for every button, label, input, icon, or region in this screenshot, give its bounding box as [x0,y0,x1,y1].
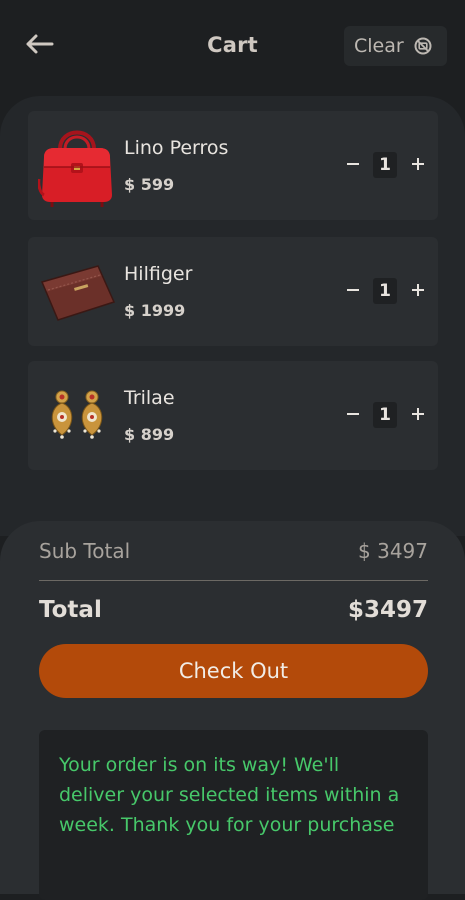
subtotal-label: Sub Total [39,539,131,563]
increase-quantity-button[interactable] [407,403,429,425]
plus-icon [412,284,424,296]
order-message-box: Your order is on its way! We'll deliver … [39,730,428,900]
clear-button[interactable]: Clear [344,26,447,66]
cart-item: Lino Perros $ 599 1 [28,111,438,220]
order-summary-panel: Sub Total $ 3497 Total $3497 Check Out Y… [0,521,465,900]
quantity-value: 1 [373,278,397,304]
item-price: $ 599 [124,175,175,194]
header: Cart Clear [0,0,465,92]
total-label: Total [39,597,102,623]
quantity-value: 1 [373,152,397,178]
increase-quantity-button[interactable] [407,153,429,175]
minus-icon [347,163,359,165]
plus-icon [412,158,424,170]
clear-button-label: Clear [354,35,404,57]
checkout-button[interactable]: Check Out [39,644,428,698]
cart-item: Trilae $ 899 1 [28,361,438,470]
item-name: Lino Perros [124,137,229,159]
cart-items-panel: Lino Perros $ 599 1 Hilfiger $ 1999 1 Tr… [0,96,465,536]
cart-item: Hilfiger $ 1999 1 [28,237,438,346]
order-message: Your order is on its way! We'll deliver … [59,754,400,836]
increase-quantity-button[interactable] [407,279,429,301]
item-name: Trilae [124,387,175,409]
block-icon [414,37,432,55]
handbag-image [38,123,116,207]
minus-icon [347,289,359,291]
decrease-quantity-button[interactable] [342,153,364,175]
item-name: Hilfiger [124,263,193,285]
quantity-value: 1 [373,402,397,428]
item-price: $ 1999 [124,301,186,320]
earrings-image [38,373,116,457]
minus-icon [347,413,359,415]
subtotal-value: $ 3497 [358,539,428,563]
item-price: $ 899 [124,425,175,444]
plus-icon [412,408,424,420]
total-value: $3497 [347,597,428,623]
divider [39,580,428,581]
wallet-image [38,249,116,333]
decrease-quantity-button[interactable] [342,279,364,301]
decrease-quantity-button[interactable] [342,403,364,425]
